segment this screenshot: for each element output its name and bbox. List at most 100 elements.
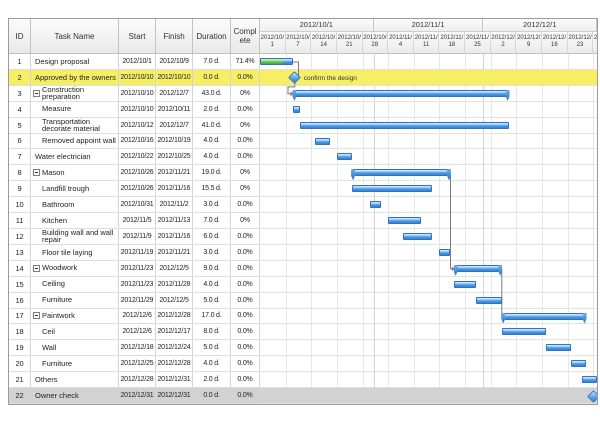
cell-complete: 0.0% [231,102,260,117]
timeline-week-label: 2012/10/14 [311,32,337,54]
cell-finish: 2012/11/2 [156,197,193,212]
cell-duration: 2.0 d. [193,102,231,117]
task-name-label: Wall [42,344,56,352]
task-bar[interactable] [403,233,432,240]
cell-start: 2012/12/25 [119,356,156,371]
cell-task-name: Furniture [31,293,119,308]
task-bar[interactable] [352,185,433,192]
table-row[interactable]: 2Approved by the owners2012/10/102012/10… [9,70,260,86]
task-name-label: Construction preparation [42,86,118,101]
table-row[interactable]: 21Others2012/12/282012/12/312.0 d.0.0% [9,372,260,388]
task-bar[interactable] [315,138,330,145]
task-bar[interactable] [370,201,381,208]
cell-duration: 7.0 d. [193,54,231,69]
cell-start: 2012/12/28 [119,372,156,387]
table-row[interactable]: 9Landfill trough2012/10/262012/11/1615.5… [9,181,260,197]
collapse-icon[interactable] [33,169,40,176]
table-row[interactable]: 15Ceiling2012/11/232012/11/284.0 d.0.0% [9,277,260,293]
timeline-month-row: 2012/10/12012/11/12012/12/1 [260,19,597,32]
task-bar[interactable] [293,106,300,113]
table-row[interactable]: 1Design proposal2012/10/12012/10/97.0 d.… [9,54,260,70]
column-header-id[interactable]: ID [9,19,31,54]
cell-id: 1 [9,54,31,69]
cell-complete: 0.0% [231,149,260,164]
cell-start: 2012/10/12 [119,118,156,133]
cell-complete: 0.0% [231,245,260,260]
cell-finish: 2012/12/31 [156,388,193,403]
column-header-name[interactable]: Task Name [31,19,119,54]
column-header-duration[interactable]: Duration [193,19,231,54]
task-bar[interactable] [454,281,476,288]
task-name-label: Others [35,376,58,384]
cell-finish: 2012/10/19 [156,134,193,149]
cell-finish: 2012/12/5 [156,293,193,308]
task-bar[interactable] [337,153,352,160]
table-row[interactable]: 11Kitchen2012/11/52012/11/137.0 d.0% [9,213,260,229]
cell-complete: 0.0% [231,229,260,244]
collapse-icon[interactable] [33,265,40,272]
table-row[interactable]: 12Building wall and wall repair2012/11/9… [9,229,260,245]
timeline-week-label: 2012/12/30 [593,32,597,54]
cell-duration: 9.0 d. [193,261,231,276]
table-row[interactable]: 14Woodwork2012/11/232012/12/59.0 d.0.0% [9,261,260,277]
cell-task-name: Wall [31,340,119,355]
table-row[interactable]: 5Transportation decorate material2012/10… [9,118,260,134]
cell-id: 10 [9,197,31,212]
cell-task-name: Others [31,372,119,387]
task-bar[interactable] [260,58,293,65]
summary-bar[interactable] [454,265,502,272]
summary-bar[interactable] [502,313,586,320]
cell-task-name: Water electrician [31,149,119,164]
task-name-label: Bathroom [42,201,75,209]
table-row[interactable]: 19Wall2012/12/182012/12/245.0 d.0.0% [9,340,260,356]
task-bar[interactable] [582,376,597,383]
cell-finish: 2012/12/28 [156,309,193,324]
grid-body: 1Design proposal2012/10/12012/10/97.0 d.… [9,54,597,404]
table-column-headers: IDTask NameStartFinishDurationComplete [9,19,260,54]
table-row[interactable]: 20Furniture2012/12/252012/12/284.0 d.0.0… [9,356,260,372]
cell-duration: 43.0 d. [193,86,231,101]
task-bar[interactable] [388,217,421,224]
table-row[interactable]: 6Removed appoint wall2012/10/162012/10/1… [9,134,260,150]
task-name-label: Ceiling [42,280,65,288]
task-bar[interactable] [476,297,502,304]
cell-id: 11 [9,213,31,228]
cell-finish: 2012/10/11 [156,102,193,117]
table-row[interactable]: 17Paintwork2012/12/62012/12/2817.0 d.0.0… [9,309,260,325]
column-header-complete[interactable]: Complete [231,19,260,54]
task-bar[interactable] [300,122,509,129]
table-row[interactable]: 16Furniture2012/11/292012/12/55.0 d.0.0% [9,293,260,309]
cell-start: 2012/10/10 [119,86,156,101]
cell-duration: 8.0 d. [193,324,231,339]
table-row[interactable]: 10Bathroom2012/10/312012/11/23.0 d.0.0% [9,197,260,213]
task-bar[interactable] [502,328,546,335]
cell-start: 2012/11/9 [119,229,156,244]
timeline-month-label: 2012/12/1 [483,19,597,32]
timeline-week-label: 2012/10/28 [363,32,389,54]
cell-task-name: Owner check [31,388,119,403]
task-bar[interactable] [439,249,450,256]
cell-complete: 0.0% [231,277,260,292]
table-row[interactable]: 22Owner check2012/12/312012/12/310.0 d.0… [9,388,260,404]
table-row[interactable]: 7Water electrician2012/10/222012/10/254.… [9,149,260,165]
table-row[interactable]: 18Ceil2012/12/62012/12/178.0 d.0.0% [9,324,260,340]
collapse-icon[interactable] [33,90,40,97]
cell-start: 2012/10/10 [119,70,156,85]
summary-bar[interactable] [352,169,451,176]
cell-finish: 2012/10/9 [156,54,193,69]
table-row[interactable]: 8Mason2012/10/262012/11/2119.0 d.0% [9,165,260,181]
collapse-icon[interactable] [33,312,40,319]
cell-task-name: Ceil [31,324,119,339]
task-bar[interactable] [571,360,586,367]
timeline-month-label: 2012/10/1 [260,19,374,32]
cell-start: 2012/11/23 [119,277,156,292]
summary-bar[interactable] [293,90,509,97]
column-header-start[interactable]: Start [119,19,156,54]
table-row[interactable]: 4Measure2012/10/102012/10/112.0 d.0.0% [9,102,260,118]
cell-finish: 2012/11/21 [156,165,193,180]
task-bar[interactable] [546,344,572,351]
column-header-finish[interactable]: Finish [156,19,193,54]
table-row[interactable]: 3Construction preparation2012/10/102012/… [9,86,260,102]
table-row[interactable]: 13Floor tile laying2012/11/192012/11/213… [9,245,260,261]
cell-task-name: Ceiling [31,277,119,292]
